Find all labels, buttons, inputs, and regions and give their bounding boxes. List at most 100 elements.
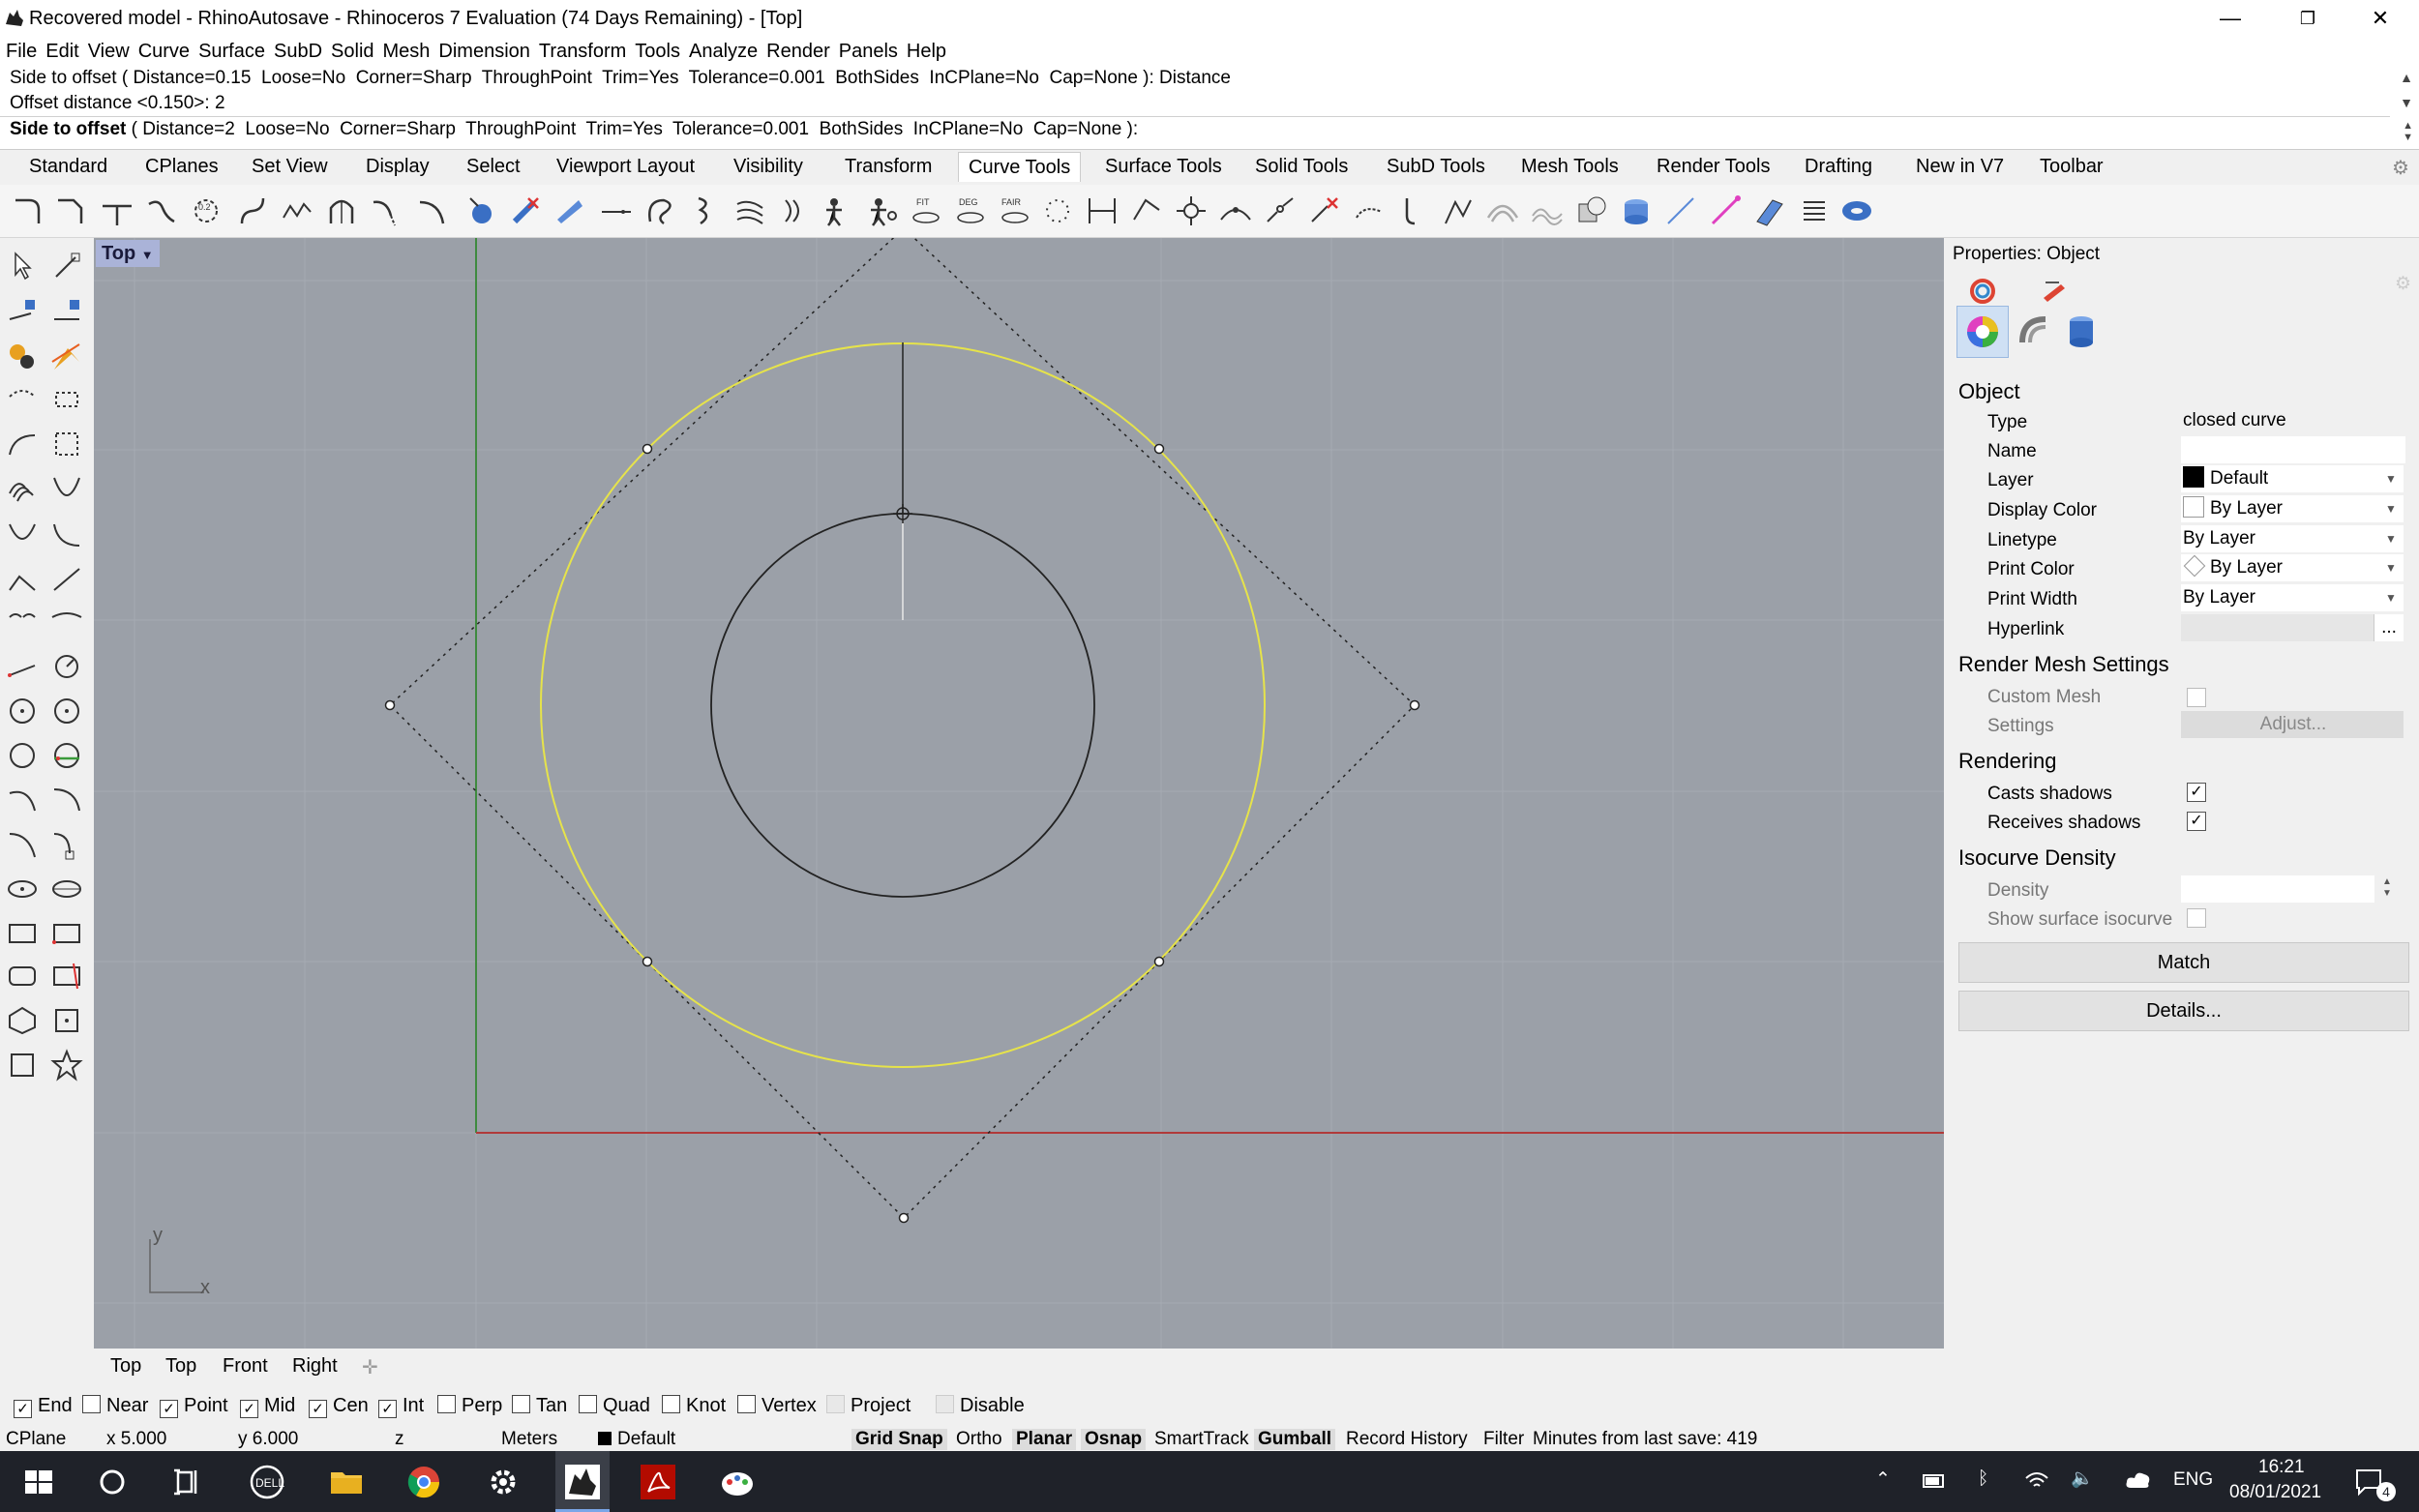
fillet-curves-icon[interactable]	[12, 194, 45, 227]
osnap-quad[interactable]: Quad	[579, 1395, 650, 1417]
tab-solid-tools[interactable]: Solid Tools	[1255, 156, 1348, 178]
menu-subd[interactable]: SubD	[274, 37, 322, 66]
osnap-end[interactable]: ✓ End	[14, 1395, 73, 1418]
handlebar-editor-icon[interactable]	[822, 194, 855, 227]
tab-toolbar[interactable]: Toolbar	[2040, 156, 2104, 178]
osnap-perp[interactable]: Perp	[437, 1395, 502, 1417]
clock-date[interactable]: 08/01/2021	[2229, 1482, 2321, 1503]
rebuild-curve-icon[interactable]	[281, 194, 314, 227]
osnap-disable[interactable]: Disable	[936, 1395, 1025, 1417]
ortho-toggle[interactable]: Ortho	[956, 1429, 1002, 1450]
explode-icon[interactable]	[50, 341, 83, 373]
circle-fit-icon[interactable]	[50, 739, 83, 772]
chrome-icon[interactable]	[403, 1461, 445, 1503]
menu-file[interactable]: File	[6, 37, 37, 66]
bluetooth-icon[interactable]: ᛒ	[1978, 1468, 1988, 1490]
dell-icon[interactable]: DELL	[246, 1461, 288, 1503]
edit-points-icon[interactable]	[867, 194, 900, 227]
sketch-icon[interactable]	[6, 474, 39, 507]
extend-curve-icon[interactable]	[370, 194, 403, 227]
menu-help[interactable]: Help	[907, 37, 946, 66]
print-color-dropdown[interactable]: By Layer ▼	[2181, 554, 2404, 581]
hyperlink-field[interactable]: ...	[2181, 614, 2404, 641]
paint-icon[interactable]	[716, 1461, 759, 1503]
tab-cplanes[interactable]: CPlanes	[145, 156, 219, 178]
curve-point-icon[interactable]	[1219, 194, 1252, 227]
spiral-tool-icon[interactable]	[50, 608, 83, 640]
tab-transform[interactable]: Transform	[845, 156, 932, 178]
arc-tangent-icon[interactable]	[6, 828, 39, 861]
battery-icon[interactable]	[1922, 1470, 1947, 1492]
viewport-tab-right[interactable]: Right	[292, 1355, 338, 1378]
wave-icon[interactable]	[1531, 194, 1564, 227]
curve-from-2-views-icon[interactable]	[644, 194, 677, 227]
insert-point-icon[interactable]	[600, 194, 633, 227]
helix-icon[interactable]	[689, 194, 722, 227]
adjust-button[interactable]: Adjust...	[2181, 711, 2404, 738]
cloud-icon[interactable]	[2125, 1468, 2152, 1492]
ellipse-diameter-icon[interactable]	[50, 873, 83, 905]
offset-icon[interactable]	[1130, 194, 1163, 227]
cplane-indicator[interactable]: CPlane	[6, 1429, 66, 1450]
rectangle-3pt-icon[interactable]	[50, 917, 83, 950]
tab-render-tools[interactable]: Render Tools	[1657, 156, 1770, 178]
change-degree-icon[interactable]: DEG	[954, 194, 987, 227]
osnap-toggle[interactable]: Osnap	[1081, 1429, 1147, 1450]
osnap-point[interactable]: ✓ Point	[160, 1395, 228, 1418]
polygon-edge-icon[interactable]	[50, 1004, 83, 1037]
flow-along-curve-icon[interactable]	[733, 194, 766, 227]
gear-icon[interactable]: ⚙	[2392, 156, 2409, 180]
name-field[interactable]	[2181, 436, 2405, 463]
linetype-dropdown[interactable]: By Layer ▼	[2181, 525, 2404, 552]
density-input[interactable]	[2181, 875, 2374, 903]
current-layer[interactable]: Default	[598, 1429, 675, 1450]
task-view-icon[interactable]	[166, 1461, 209, 1503]
helix-tool-icon[interactable]	[6, 608, 39, 640]
gear-icon[interactable]: ⚙	[2395, 273, 2411, 295]
menu-solid[interactable]: Solid	[331, 37, 373, 66]
tab-surface-tools[interactable]: Surface Tools	[1105, 156, 1222, 178]
rectangle-vertical-icon[interactable]	[50, 960, 83, 993]
chamfer-curves-icon[interactable]	[54, 194, 87, 227]
line-segments-icon[interactable]	[6, 650, 39, 683]
curve-piping-icon[interactable]	[2016, 313, 2053, 350]
tab-display[interactable]: Display	[366, 156, 430, 178]
menu-edit[interactable]: Edit	[45, 37, 78, 66]
ellipse-icon[interactable]	[6, 873, 39, 905]
polyline-pink-icon[interactable]	[1709, 194, 1742, 227]
adjustable-blend-icon[interactable]: 0.2	[190, 194, 223, 227]
rectangle-icon[interactable]	[6, 917, 39, 950]
menu-dimension[interactable]: Dimension	[438, 37, 529, 66]
restore-button[interactable]: ❐	[2274, 2, 2342, 35]
circle-tool-icon[interactable]	[6, 695, 39, 727]
volume-icon[interactable]: 🔈	[2071, 1467, 2094, 1490]
freeform-icon[interactable]	[50, 428, 83, 460]
menu-curve[interactable]: Curve	[138, 37, 190, 66]
tab-select[interactable]: Select	[466, 156, 521, 178]
language-indicator[interactable]: ENG	[2173, 1469, 2213, 1491]
units[interactable]: Meters	[501, 1429, 557, 1450]
extend-arc-icon[interactable]	[416, 194, 449, 227]
dimension-icon[interactable]	[1086, 194, 1119, 227]
menu-analyze[interactable]: Analyze	[689, 37, 758, 66]
tab-new-in-v7[interactable]: New in V7	[1916, 156, 2004, 178]
object-properties-tab-icon[interactable]	[1968, 277, 1997, 306]
polygon-icon[interactable]	[6, 1004, 39, 1037]
star-icon[interactable]	[50, 1049, 83, 1082]
menu-mesh[interactable]: Mesh	[383, 37, 431, 66]
receives-shadows-checkbox[interactable]: ✓	[2187, 812, 2206, 831]
line-tool-icon[interactable]	[6, 294, 39, 327]
osnap-knot[interactable]: Knot	[662, 1395, 726, 1417]
osnap-near[interactable]: Near	[82, 1395, 148, 1417]
remove-knot-icon[interactable]	[1308, 194, 1341, 227]
chevron-up-icon[interactable]: ⌃	[1875, 1468, 1891, 1491]
tab-visibility[interactable]: Visibility	[733, 156, 803, 178]
record-history-toggle[interactable]: Record History	[1346, 1429, 1468, 1450]
cylinder-icon[interactable]	[1620, 194, 1653, 227]
tab-set-view[interactable]: Set View	[252, 156, 328, 178]
print-width-dropdown[interactable]: By Layer ▼	[2181, 584, 2404, 611]
chevron-up-icon[interactable]: ▲	[2400, 70, 2413, 85]
tab-subd-tools[interactable]: SubD Tools	[1387, 156, 1485, 178]
density-spin-icon[interactable]: ▲ ▼	[2382, 876, 2392, 900]
tab-viewport-layout[interactable]: Viewport Layout	[556, 156, 695, 178]
